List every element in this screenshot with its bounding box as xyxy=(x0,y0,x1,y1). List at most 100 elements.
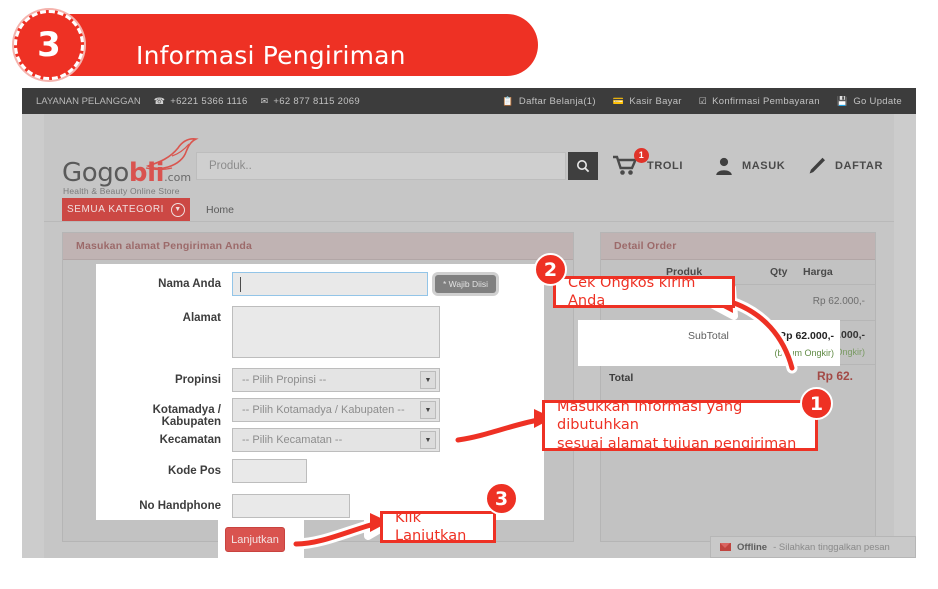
order-row-harga: Rp 62.000,- xyxy=(812,296,865,307)
required-tooltip: * Wajib Diisi xyxy=(435,275,497,293)
login-button[interactable]: MASUK xyxy=(714,152,785,180)
label-propinsi: Propinsi xyxy=(174,374,221,386)
field-propinsi: Propinsi -- Pilih Propinsi -- ▼ xyxy=(100,368,530,392)
select-propinsi-value: -- Pilih Propinsi -- xyxy=(242,374,327,386)
badge-3: 3 xyxy=(485,482,518,515)
cart-icon-wrap: 1 xyxy=(612,147,649,179)
lanjutkan-button[interactable]: Lanjutkan xyxy=(225,527,285,552)
phone-number: +6221 5366 1116 xyxy=(170,95,248,107)
cashier-icon: 💳 xyxy=(612,95,625,106)
callout-3-text: Klik Lanjutkan xyxy=(395,509,467,544)
link-kasir-bayar-label: Kasir Bayar xyxy=(629,95,682,107)
order-total-row: Total Rp 62. xyxy=(601,364,875,393)
logo-accent: bli xyxy=(128,158,165,188)
top-utility-links: 📋 Daftar Belanja(1) 💳 Kasir Bayar ☑ Konf… xyxy=(502,88,902,114)
category-nav-row: SEMUA KATEGORI ▼ Home xyxy=(44,198,894,222)
callout-2-text: Cek Ongkos kirim Anda xyxy=(568,274,696,309)
step-banner-title: Informasi Pengiriman xyxy=(136,41,406,70)
chevron-down-icon[interactable]: ▼ xyxy=(420,371,436,389)
subtotal-spotlight xyxy=(578,320,840,366)
callout-3: Klik Lanjutkan xyxy=(380,509,496,544)
top-utility-left: LAYANAN PELANGGAN ☎ +6221 5366 1116 ✉ +6… xyxy=(36,88,360,114)
search-button[interactable] xyxy=(568,152,598,180)
select-propinsi[interactable]: -- Pilih Propinsi -- ▼ xyxy=(232,368,440,392)
chevron-down-icon: ▼ xyxy=(171,202,186,217)
shipping-form-title: Masukan alamat Pengiriman Anda xyxy=(63,233,573,260)
whatsapp-number: +62 877 8115 2069 xyxy=(273,95,360,107)
cart-count-badge: 1 xyxy=(634,147,649,163)
select-kecamatan-value: -- Pilih Kecamatan -- xyxy=(242,434,343,446)
col-qty: Qty xyxy=(770,266,788,278)
check-icon: ☑ xyxy=(698,95,708,106)
select-kotamadya-value: -- Pilih Kotamadya / Kabupaten -- xyxy=(242,404,405,416)
input-alamat[interactable] xyxy=(232,306,440,358)
chevron-down-icon[interactable]: ▼ xyxy=(420,431,436,449)
total-label: Total xyxy=(609,372,634,384)
link-kasir-bayar[interactable]: 💳 Kasir Bayar xyxy=(613,96,682,107)
badge-1: 1 xyxy=(800,387,833,420)
select-kotamadya[interactable]: -- Pilih Kotamadya / Kabupaten -- ▼ xyxy=(232,398,440,422)
breadcrumb-home[interactable]: Home xyxy=(206,198,234,221)
subtotal-note-hl: (belum Ongkir) xyxy=(774,348,834,358)
link-go-update-label: Go Update xyxy=(853,95,902,107)
search-placeholder: Produk.. xyxy=(209,160,252,172)
link-daftar-belanja[interactable]: 📋 Daftar Belanja(1) xyxy=(502,96,595,107)
login-label: MASUK xyxy=(742,160,786,172)
field-kecamatan: Kecamatan -- Pilih Kecamatan -- ▼ xyxy=(100,428,530,452)
phone-icon: ☎ xyxy=(153,95,166,106)
all-categories-label: SEMUA KATEGORI xyxy=(66,204,165,215)
label-nama-anda: Nama Anda xyxy=(158,278,221,290)
chat-status: Offline xyxy=(737,541,768,553)
callout-2: Cek Ongkos kirim Anda xyxy=(553,274,735,309)
search-icon xyxy=(577,160,590,173)
label-alamat: Alamat xyxy=(182,312,221,324)
envelope-icon xyxy=(720,543,731,551)
pencil-icon xyxy=(809,157,825,174)
whatsapp-contact: ✉ +62 877 8115 2069 xyxy=(261,96,360,107)
customer-service-label: LAYANAN PELANGGAN xyxy=(36,95,141,107)
chat-offline-widget[interactable]: Offline - Silahkan tinggalkan pesan xyxy=(710,536,916,558)
label-kecamatan: Kecamatan xyxy=(159,434,221,446)
link-daftar-belanja-label: Daftar Belanja(1) xyxy=(518,95,596,107)
whatsapp-icon: ✉ xyxy=(260,95,269,106)
top-utility-bar: LAYANAN PELANGGAN ☎ +6221 5366 1116 ✉ +6… xyxy=(22,88,916,114)
subtotal-label-hl: SubTotal xyxy=(688,330,729,342)
label-no-handphone: No Handphone xyxy=(139,500,221,512)
logo-main: Gogo xyxy=(62,158,129,188)
step-number: 3 xyxy=(37,25,61,65)
step-banner: Informasi Pengiriman xyxy=(38,14,538,76)
select-kecamatan[interactable]: -- Pilih Kecamatan -- ▼ xyxy=(232,428,440,452)
cart-label: TROLI xyxy=(647,160,683,172)
search-input[interactable]: Produk.. xyxy=(196,152,566,180)
order-detail-title: Detail Order xyxy=(601,233,875,260)
input-kode-pos[interactable] xyxy=(232,459,307,483)
save-icon: 💾 xyxy=(836,95,849,106)
field-kotamadya: Kotamadya / Kabupaten -- Pilih Kotamadya… xyxy=(100,398,530,428)
logo-tagline: Health & Beauty Online Store xyxy=(63,186,180,196)
link-go-update[interactable]: 💾 Go Update xyxy=(837,96,902,107)
phone-contact: ☎ +6221 5366 1116 xyxy=(154,96,248,107)
chevron-down-icon[interactable]: ▼ xyxy=(420,401,436,419)
badge-2: 2 xyxy=(534,253,567,286)
callout-1-line2: sesuai alamat tujuan pengiriman xyxy=(557,435,797,452)
chat-message: - Silahkan tinggalkan pesan xyxy=(773,541,890,553)
logo-wordmark: Gogobli.com xyxy=(62,158,191,188)
label-kode-pos: Kode Pos xyxy=(167,465,221,477)
callout-1: Masukkan informasi yang dibutuhkan sesua… xyxy=(542,399,818,452)
site-logo[interactable]: Gogobli.com Health & Beauty Online Store xyxy=(62,136,207,196)
all-categories-button[interactable]: SEMUA KATEGORI ▼ xyxy=(62,198,190,221)
field-kode-pos: Kode Pos xyxy=(100,459,530,483)
cart-button[interactable]: 1 TROLI xyxy=(612,147,683,180)
callout-1-line1: Masukkan informasi yang dibutuhkan xyxy=(557,399,743,434)
logo-com: .com xyxy=(164,171,192,184)
input-nama-anda[interactable] xyxy=(232,272,428,296)
user-icon xyxy=(716,157,732,175)
link-konfirmasi-pembayaran[interactable]: ☑ Konfirmasi Pembayaran xyxy=(699,96,820,107)
link-konfirmasi-label: Konfirmasi Pembayaran xyxy=(712,95,820,107)
list-icon: 📋 xyxy=(502,95,514,106)
subtotal-value-hl: Rp 62.000,- xyxy=(778,330,834,342)
label-kotamadya: Kotamadya / Kabupaten xyxy=(152,404,221,428)
input-no-handphone[interactable] xyxy=(232,494,350,518)
total-value: Rp 62. xyxy=(816,369,853,383)
register-button[interactable]: DAFTAR xyxy=(806,152,883,180)
